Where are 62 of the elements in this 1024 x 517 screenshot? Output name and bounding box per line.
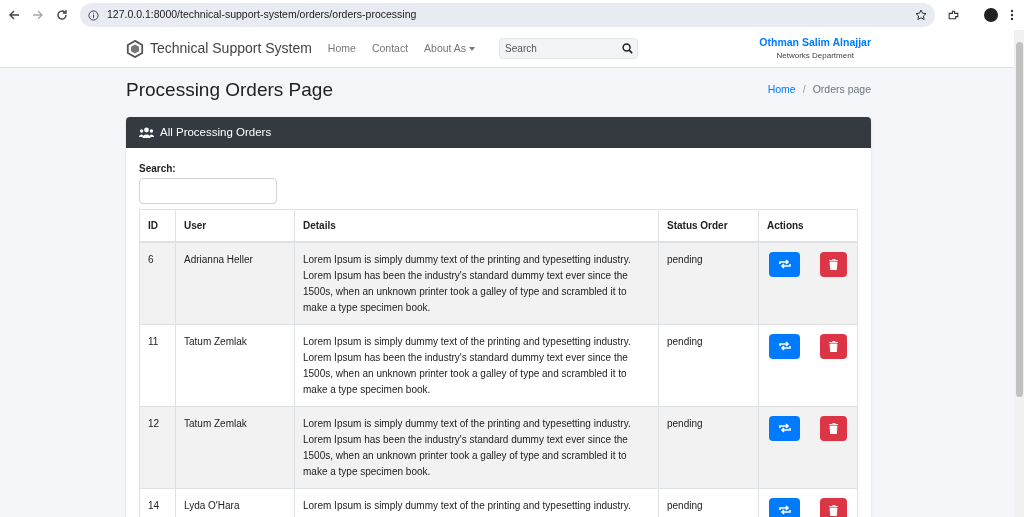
table-cell: 6 xyxy=(139,241,176,324)
nav-link[interactable]: Contact xyxy=(363,40,417,57)
delete-button[interactable] xyxy=(820,333,847,359)
users-icon xyxy=(139,127,154,138)
brand-name[interactable]: Technical Support System xyxy=(150,38,312,59)
process-button[interactable] xyxy=(769,497,800,517)
table-cell: Lorem Ipsum is simply dummy text of the printing and typesetting industry. Lorem Ipsum has been the industry's standard dummy text ever since the 1500s, when an unknown printer took a galley of type and scrambled it to make a type specimen book. xyxy=(294,406,659,488)
column-header: User xyxy=(175,209,295,242)
delete-button[interactable] xyxy=(820,497,847,517)
search-label: Search: xyxy=(139,162,177,176)
address-bar[interactable]: 127.0.0.1:8000/technical-support-system/orders/orders-processing xyxy=(80,3,935,27)
table-cell: 11 xyxy=(139,324,176,406)
table-cell: 12 xyxy=(139,406,176,488)
table-cell: pending xyxy=(658,406,759,488)
breadcrumb-separator: / xyxy=(801,82,807,98)
column-header: ID xyxy=(139,209,176,242)
star-icon[interactable] xyxy=(915,9,927,21)
table-cell: Tatum Zemlak xyxy=(175,406,295,488)
table-cell: 14 xyxy=(139,488,176,517)
table-cell: pending xyxy=(658,324,759,406)
table-cell: Lorem Ipsum is simply dummy text of the printing and typesetting industry. Lorem Ipsum has been the industry's standard dummy text ever since the 1500s, when an unknown printer took a galley of type and scrambled it to make a type specimen book. xyxy=(294,241,659,324)
card-title: All Processing Orders xyxy=(160,124,272,140)
profile-avatar[interactable] xyxy=(984,8,998,22)
table-cell: pending xyxy=(658,241,759,324)
repeat-icon xyxy=(778,259,791,269)
breadcrumb-link[interactable]: Home xyxy=(767,82,796,98)
back-arrow-icon[interactable] xyxy=(8,9,20,21)
user-department: Networks Department xyxy=(776,50,854,63)
table-cell: Tatum Zemlak xyxy=(175,324,295,406)
search-field[interactable]: Search xyxy=(499,38,639,59)
table-search-field[interactable] xyxy=(139,178,277,204)
dropdown-link[interactable]: About As xyxy=(416,40,484,57)
forward-arrow-icon[interactable] xyxy=(32,9,44,21)
trash-icon xyxy=(829,258,838,270)
delete-button[interactable] xyxy=(820,251,847,277)
process-button[interactable] xyxy=(769,415,800,441)
process-button[interactable] xyxy=(769,251,800,277)
extensions-icon[interactable] xyxy=(947,8,960,22)
column-header: Details xyxy=(294,209,659,242)
table-cell: Adrianna Heller xyxy=(175,241,295,324)
repeat-icon xyxy=(778,341,791,351)
scrollbar[interactable] xyxy=(1014,30,1024,517)
repeat-icon xyxy=(778,423,791,433)
repeat-icon xyxy=(778,505,791,515)
reload-icon[interactable] xyxy=(56,9,68,21)
column-header: Status Order xyxy=(658,209,759,242)
nav-link[interactable]: Home xyxy=(319,40,364,57)
breadcrumb-current[interactable]: Orders page xyxy=(812,82,871,98)
user-name[interactable]: Othman Salim Alnajjar xyxy=(759,34,871,51)
caret-icon xyxy=(469,46,476,51)
table-cell: Lorem Ipsum is simply dummy text of the printing and typesetting industry. Lorem Ipsum has been the industry's standard dummy text ever since the 1500s, when an unknown printer took a galley of type and scrambled it to make a type specimen book. xyxy=(294,324,659,406)
column-header: Actions xyxy=(758,209,858,242)
info-icon xyxy=(88,9,99,21)
more-menu-icon[interactable] xyxy=(1010,9,1014,21)
trash-icon xyxy=(829,340,838,352)
delete-button[interactable] xyxy=(820,415,847,441)
hexagon-logo-icon xyxy=(126,39,144,58)
process-button[interactable] xyxy=(769,333,800,359)
search-icon[interactable] xyxy=(622,43,634,54)
page-title: Processing Orders Page xyxy=(126,77,333,102)
trash-icon xyxy=(829,422,838,434)
trash-icon xyxy=(829,504,838,516)
